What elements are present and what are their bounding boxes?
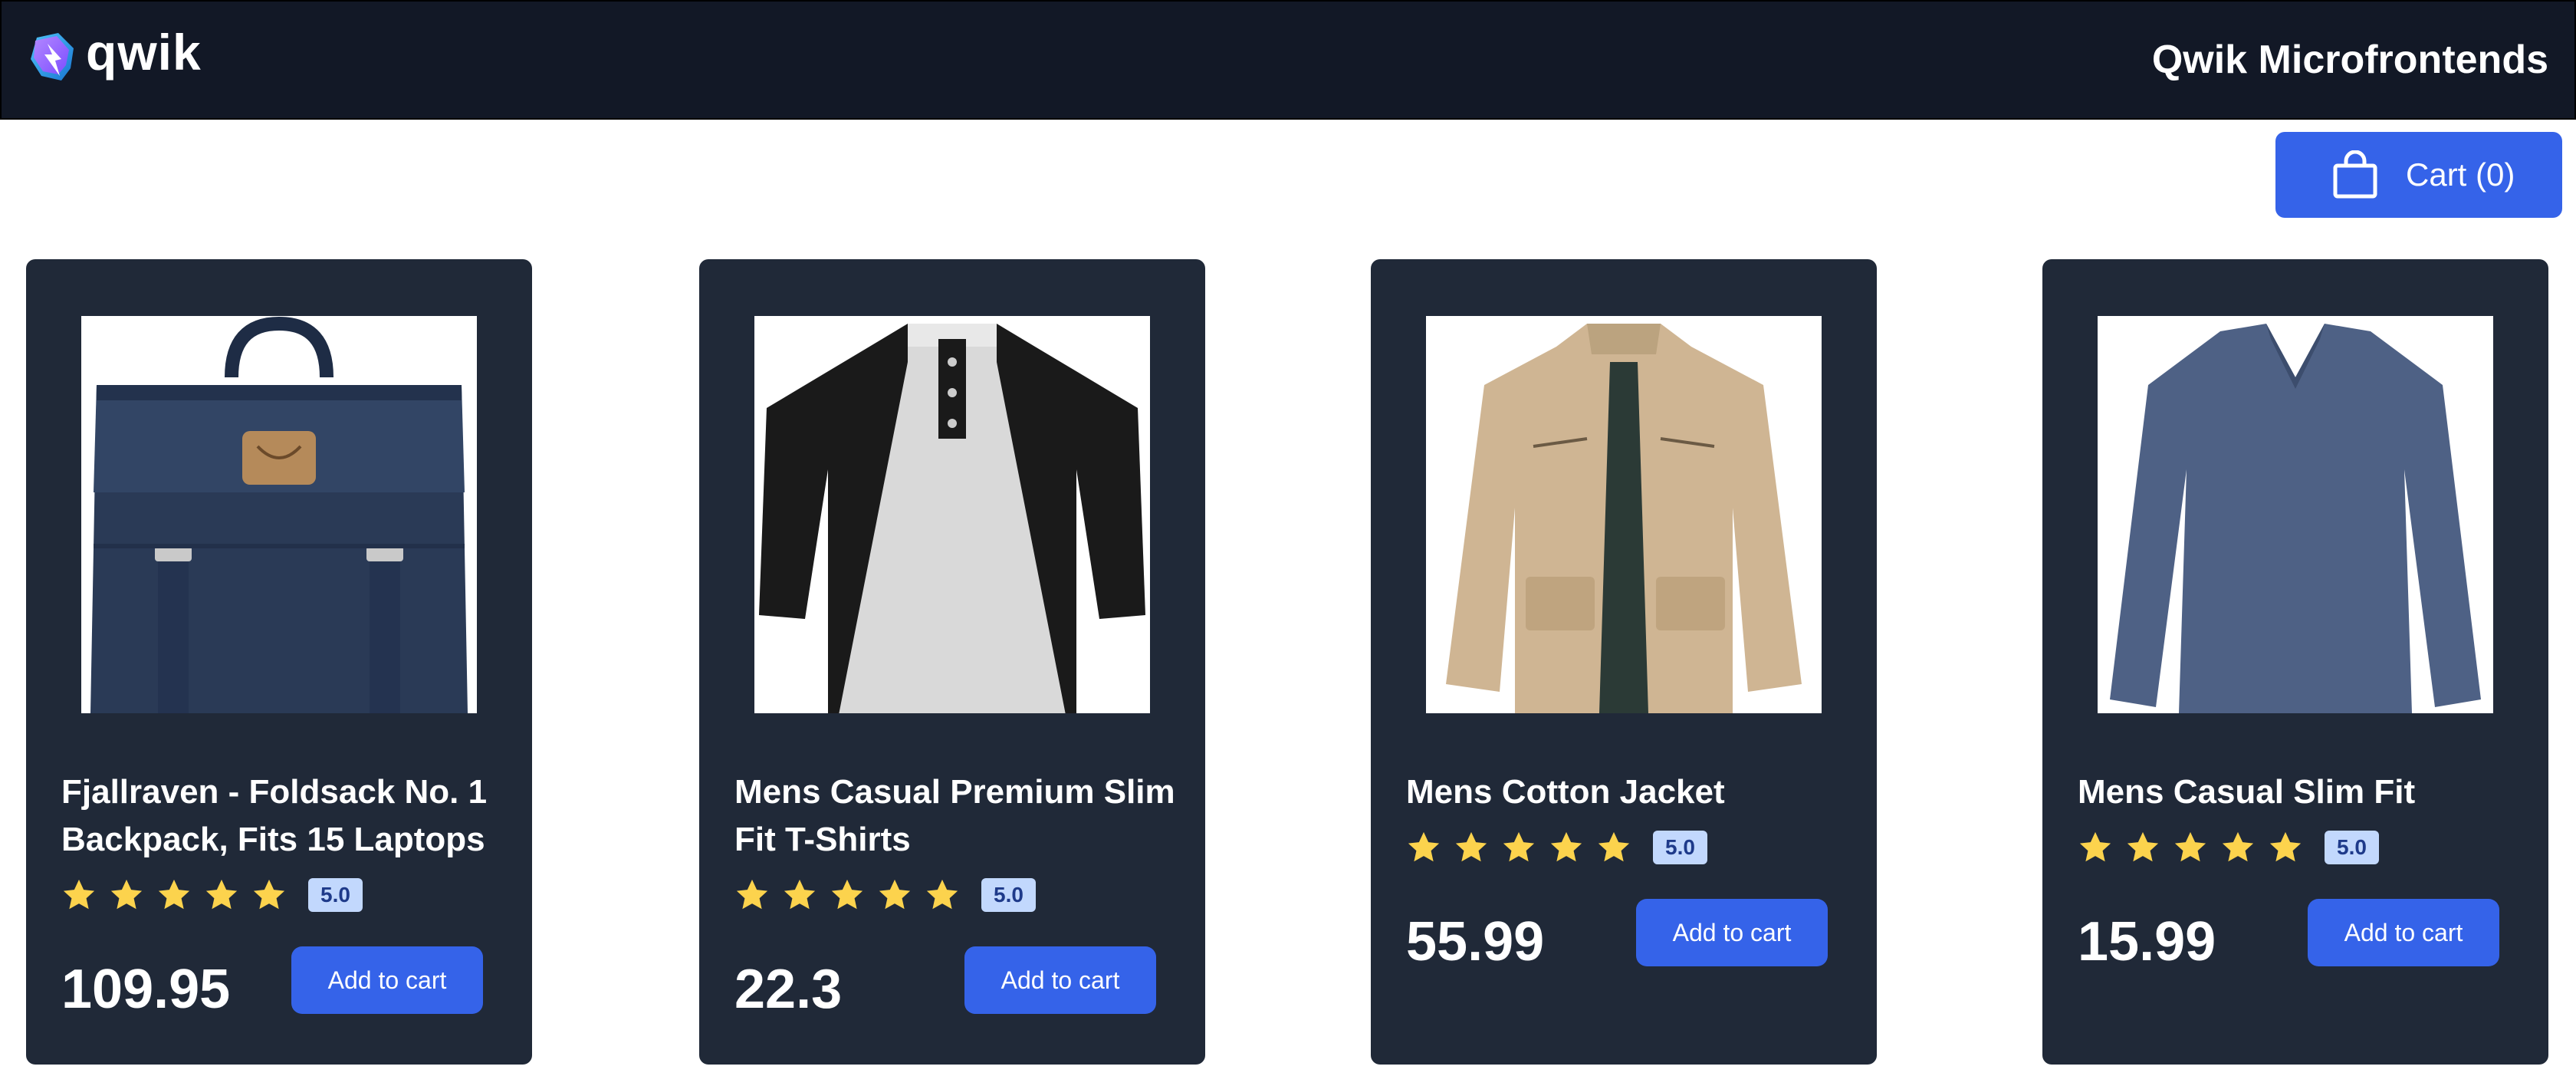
product-price: 22.3	[734, 959, 843, 1020]
product-title: Mens Cotton Jacket	[1406, 773, 1725, 811]
add-to-cart-button[interactable]: Add to cart	[291, 946, 483, 1014]
product-rating: 5.0	[2078, 830, 2379, 865]
rating-badge: 5.0	[2325, 831, 2379, 864]
backpack-image	[81, 316, 477, 713]
star-icon	[156, 877, 192, 913]
product-card: Fjallraven - Foldsack No. 1 Backpack, Fi…	[26, 259, 532, 1065]
raglan-shirt-image	[754, 316, 1150, 713]
star-icon	[1501, 830, 1536, 865]
product-price: 15.99	[2078, 911, 2216, 972]
product-title: Mens Casual Slim Fit	[2078, 773, 2416, 811]
add-to-cart-button[interactable]: Add to cart	[2308, 899, 2499, 966]
logo-text: qwik	[86, 24, 202, 81]
star-icon	[782, 877, 817, 913]
product-price: 55.99	[1406, 911, 1545, 972]
cart-label: Cart (0)	[2406, 156, 2515, 193]
star-icon	[2173, 830, 2208, 865]
star-icon	[1406, 830, 1441, 865]
star-icon	[1596, 830, 1631, 865]
star-icon	[2268, 830, 2303, 865]
cart-button[interactable]: Cart (0)	[2275, 132, 2562, 218]
rating-badge: 5.0	[981, 878, 1036, 912]
star-icon	[204, 877, 239, 913]
site-header: qwik Qwik Microfrontends	[0, 0, 2576, 120]
qwik-logo[interactable]: qwik	[28, 26, 202, 87]
product-image	[81, 316, 477, 713]
star-icon	[734, 877, 770, 913]
product-rating: 5.0	[1406, 830, 1707, 865]
add-to-cart-button[interactable]: Add to cart	[964, 946, 1156, 1014]
star-icon	[1549, 830, 1584, 865]
shopping-bag-icon	[2333, 150, 2377, 199]
rating-badge: 5.0	[308, 878, 363, 912]
product-card: Mens Casual Premium Slim Fit T-Shirts 5.…	[699, 259, 1205, 1065]
product-title: Mens Casual Premium Slim Fit T-Shirts	[734, 773, 1175, 858]
page-title: Qwik Microfrontends	[2151, 38, 2548, 82]
rating-badge: 5.0	[1653, 831, 1707, 864]
product-card: Mens Cotton Jacket 5.0 55.99 Add to cart	[1371, 259, 1877, 1065]
long-sleeve-shirt-image	[2098, 316, 2493, 713]
product-title: Fjallraven - Foldsack No. 1 Backpack, Fi…	[61, 773, 488, 858]
star-icon	[830, 877, 865, 913]
product-card: Mens Casual Slim Fit 5.0 15.99 Add to ca…	[2042, 259, 2548, 1065]
product-price: 109.95	[61, 959, 231, 1020]
product-rating: 5.0	[734, 877, 1036, 913]
star-icon	[925, 877, 960, 913]
qwik-logo-icon	[31, 33, 74, 81]
star-icon	[1454, 830, 1489, 865]
star-icon	[251, 877, 287, 913]
star-rating	[2078, 830, 2315, 865]
star-icon	[2220, 830, 2256, 865]
star-rating	[1406, 830, 1644, 865]
star-icon	[61, 877, 97, 913]
product-rating: 5.0	[61, 877, 363, 913]
product-image	[2098, 316, 2493, 713]
add-to-cart-button[interactable]: Add to cart	[1636, 899, 1828, 966]
product-image	[754, 316, 1150, 713]
star-rating	[61, 877, 299, 913]
star-rating	[734, 877, 972, 913]
product-image	[1426, 316, 1822, 713]
star-icon	[109, 877, 144, 913]
jacket-image	[1426, 316, 1822, 713]
star-icon	[2125, 830, 2160, 865]
star-icon	[877, 877, 912, 913]
star-icon	[2078, 830, 2113, 865]
